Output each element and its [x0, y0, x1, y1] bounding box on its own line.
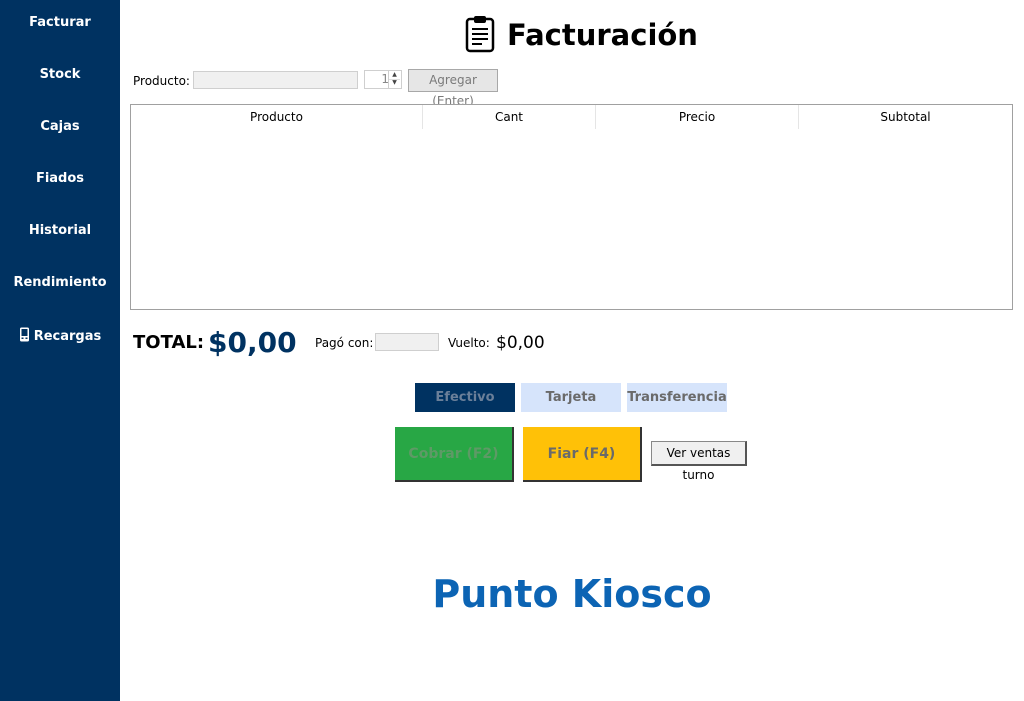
total-value: $0,00: [208, 326, 297, 359]
column-header-cant[interactable]: Cant: [423, 105, 596, 129]
sidebar: Facturar Stock Cajas Fiados Historial Re…: [0, 0, 120, 701]
brand-name: Punto Kiosco: [432, 572, 712, 616]
sidebar-item-rendimiento[interactable]: Rendimiento: [0, 275, 120, 290]
view-shift-sales-button[interactable]: Ver ventas turno: [651, 441, 747, 482]
product-input[interactable]: [193, 71, 358, 89]
sidebar-item-facturar[interactable]: Facturar: [0, 15, 120, 30]
credit-button[interactable]: Fiar (F4): [523, 427, 642, 482]
stepper-down-icon[interactable]: ▼: [389, 79, 400, 87]
sidebar-item-label: Rendimiento: [13, 275, 107, 290]
column-header-subtotal[interactable]: Subtotal: [799, 105, 1012, 129]
sidebar-item-label: Facturar: [29, 15, 91, 30]
change-label: Vuelto:: [448, 336, 490, 350]
page-title: Facturación: [507, 18, 698, 52]
quantity-value: 1: [381, 72, 389, 86]
main-panel: Facturación Producto: 1 ▲ ▼ Agregar (Ent…: [120, 0, 1024, 701]
add-product-button[interactable]: Agregar (Enter): [408, 69, 498, 108]
product-label: Producto:: [133, 74, 190, 88]
clipboard-icon: [465, 15, 507, 56]
paid-input[interactable]: [375, 333, 439, 351]
sidebar-item-stock[interactable]: Stock: [0, 67, 120, 82]
stepper-buttons: ▲ ▼: [388, 71, 401, 88]
phone-icon: [19, 327, 30, 344]
sidebar-item-label: Cajas: [40, 119, 80, 134]
paid-label: Pagó con:: [315, 336, 374, 350]
sidebar-item-fiados[interactable]: Fiados: [0, 171, 120, 186]
sidebar-item-label: Historial: [28, 223, 92, 238]
quantity-stepper[interactable]: 1 ▲ ▼: [364, 70, 402, 89]
charge-button[interactable]: Cobrar (F2): [395, 427, 514, 482]
page-header: Facturación: [465, 15, 698, 55]
change-value: $0,00: [496, 333, 545, 353]
payment-method-tarjeta[interactable]: Tarjeta: [521, 383, 621, 412]
payment-method-efectivo[interactable]: Efectivo: [415, 383, 515, 412]
sidebar-item-historial[interactable]: Historial: [0, 223, 120, 238]
items-table[interactable]: Producto Cant Precio Subtotal: [130, 104, 1013, 310]
payment-method-transferencia[interactable]: Transferencia: [627, 383, 727, 412]
sidebar-item-cajas[interactable]: Cajas: [0, 119, 120, 134]
sidebar-item-label: Fiados: [35, 171, 85, 186]
sidebar-item-label: Recargas: [33, 329, 102, 344]
sidebar-item-recargas[interactable]: Recargas: [0, 327, 120, 344]
column-header-producto[interactable]: Producto: [131, 105, 423, 129]
total-label: TOTAL:: [133, 332, 205, 353]
column-header-precio[interactable]: Precio: [596, 105, 799, 129]
sidebar-item-label: Stock: [39, 67, 81, 82]
